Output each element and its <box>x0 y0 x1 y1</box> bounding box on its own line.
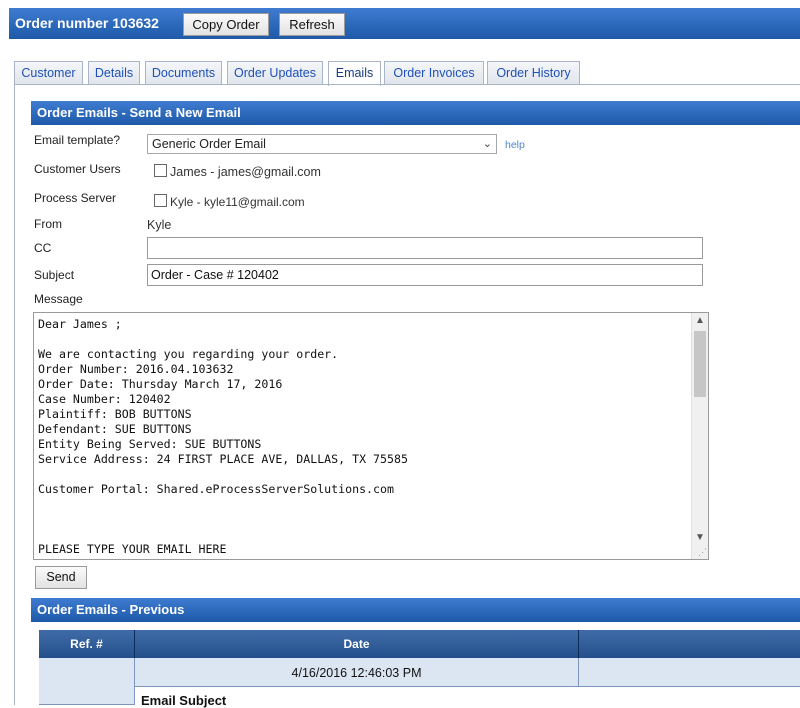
from-label: From <box>34 217 62 231</box>
email-subject-label: Email Subject <box>141 693 227 708</box>
email-date: 4/16/2016 12:46:03 PM <box>291 666 422 680</box>
previous-emails-table: Ref. # Date 4/16/2016 12:46:03 PM Email … <box>39 630 800 708</box>
table-row: Email Subject <box>135 687 800 708</box>
customer-user-checkbox[interactable] <box>154 164 167 177</box>
email-template-select[interactable]: Generic Order Email ⌄ <box>147 134 497 154</box>
table-cell-extra <box>579 658 800 687</box>
message-textarea[interactable]: Dear James ; We are contacting you regar… <box>33 312 709 560</box>
message-label: Message <box>34 292 83 306</box>
tab-documents[interactable]: Documents <box>145 61 222 85</box>
chevron-down-icon: ⌄ <box>482 138 492 150</box>
tab-details[interactable]: Details <box>88 61 140 85</box>
message-body: Dear James ; We are contacting you regar… <box>38 317 408 556</box>
column-header-ref: Ref. # <box>39 630 135 658</box>
email-template-label: Email template? <box>34 133 121 147</box>
order-header-bar: Order number 103632 Copy Order Refresh <box>9 8 800 39</box>
cc-input[interactable] <box>147 237 703 259</box>
process-server-label: Process Server <box>34 191 117 205</box>
resize-grip-icon[interactable]: ⋰ <box>698 547 707 558</box>
table-cell-date: 4/16/2016 12:46:03 PM <box>135 658 579 687</box>
subject-label: Subject <box>34 268 75 282</box>
tab-customer[interactable]: Customer <box>14 61 83 85</box>
tab-emails[interactable]: Emails <box>328 61 381 86</box>
previous-emails-section-title: Order Emails - Previous <box>31 598 800 622</box>
customer-users-label: Customer Users <box>34 162 121 176</box>
scroll-thumb[interactable] <box>694 331 706 397</box>
process-server-checkbox[interactable] <box>154 194 167 207</box>
email-template-value: Generic Order Email <box>152 137 266 151</box>
table-cell-ref <box>39 658 135 705</box>
copy-order-button[interactable]: Copy Order <box>183 13 269 36</box>
from-value: Kyle <box>147 218 172 232</box>
tab-order-updates[interactable]: Order Updates <box>227 61 323 85</box>
cc-label: CC <box>34 241 52 255</box>
order-title: Order number 103632 <box>15 15 159 31</box>
help-link[interactable]: help <box>505 139 525 151</box>
column-header-date: Date <box>135 630 579 658</box>
message-scrollbar[interactable]: ▲ ▼ <box>691 313 708 559</box>
process-server-user-label: Kyle - kyle11@gmail.com <box>170 195 305 209</box>
subject-input[interactable] <box>147 264 703 286</box>
scroll-up-icon[interactable]: ▲ <box>695 315 705 326</box>
tab-order-history[interactable]: Order History <box>487 61 580 85</box>
customer-user-label: James - james@gmail.com <box>170 165 321 179</box>
column-header-extra <box>579 630 800 658</box>
tab-order-invoices[interactable]: Order Invoices <box>384 61 484 85</box>
refresh-button[interactable]: Refresh <box>279 13 345 36</box>
send-button[interactable]: Send <box>35 566 87 589</box>
scroll-down-icon[interactable]: ▼ <box>695 532 705 543</box>
send-email-section-title: Order Emails - Send a New Email <box>31 101 800 125</box>
